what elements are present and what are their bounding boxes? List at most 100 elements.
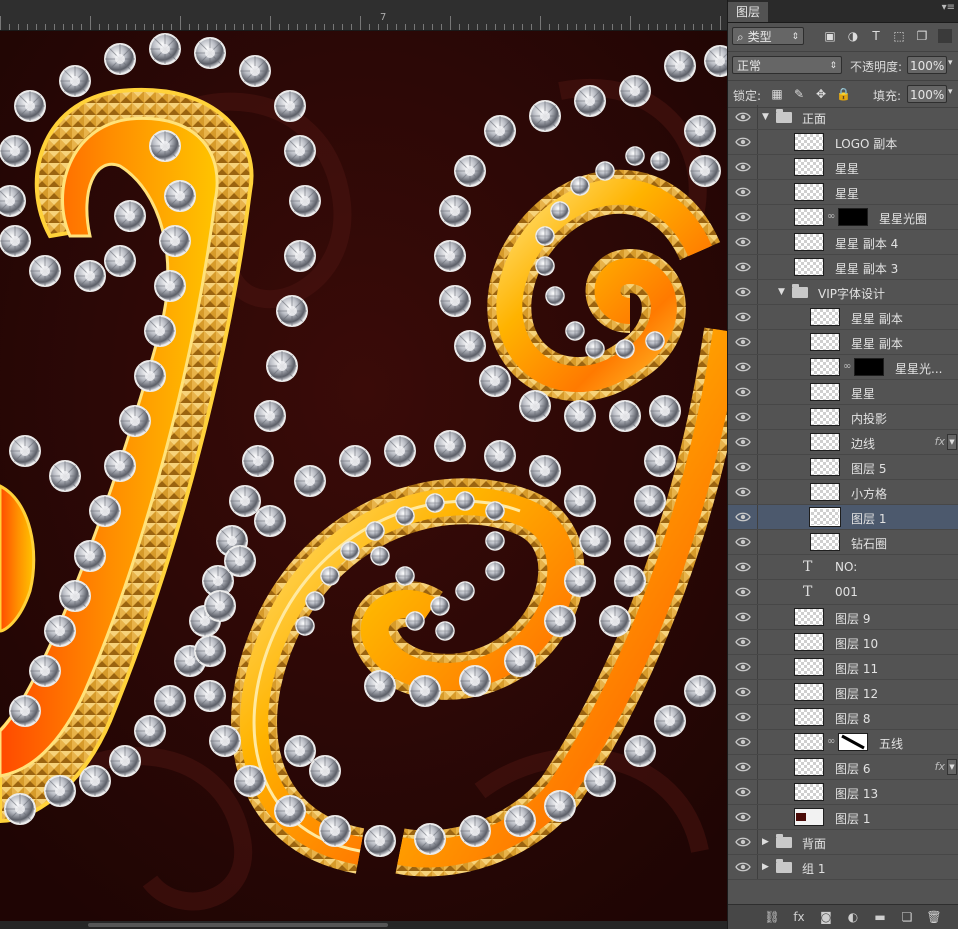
visibility-eye-icon[interactable] <box>735 186 751 198</box>
blend-mode-select[interactable]: 正常 ⇕ <box>732 56 842 74</box>
filter-type-icon[interactable]: T <box>869 29 883 43</box>
layer-thumbnail[interactable] <box>794 258 824 276</box>
layer-row[interactable]: 图层 11 <box>728 655 958 680</box>
visibility-eye-icon[interactable] <box>735 511 751 523</box>
filter-smart-object-icon[interactable]: ❐ <box>915 29 929 43</box>
mask-link-icon[interactable]: ∞ <box>827 736 835 747</box>
new-group-icon[interactable]: ▬ <box>872 910 888 924</box>
visibility-eye-icon[interactable] <box>735 736 751 748</box>
visibility-eye-icon[interactable] <box>735 311 751 323</box>
layer-thumbnail[interactable] <box>810 483 840 501</box>
link-layers-icon[interactable]: ⛓ <box>764 910 780 924</box>
visibility-eye-icon[interactable] <box>735 286 751 298</box>
layer-row[interactable]: 图层 9 <box>728 605 958 630</box>
visibility-eye-icon[interactable] <box>735 436 751 448</box>
layer-row[interactable]: T NO: <box>728 555 958 580</box>
mask-link-icon[interactable]: ∞ <box>843 361 851 372</box>
visibility-eye-icon[interactable] <box>735 461 751 473</box>
visibility-eye-icon[interactable] <box>735 811 751 823</box>
layer-row[interactable]: 星星 副本 3 <box>728 255 958 280</box>
layer-thumbnail[interactable] <box>794 233 824 251</box>
layer-thumbnail[interactable] <box>794 158 824 176</box>
layer-row[interactable]: 图层 5 <box>728 455 958 480</box>
effects-expand-icon[interactable]: ▼ <box>947 759 957 775</box>
layer-row[interactable]: 小方格 <box>728 480 958 505</box>
layer-row[interactable]: 图层 12 <box>728 680 958 705</box>
layer-row[interactable]: 星星 副本 <box>728 330 958 355</box>
layer-row[interactable]: T 001 <box>728 580 958 605</box>
layer-thumbnail[interactable] <box>794 658 824 676</box>
visibility-eye-icon[interactable] <box>735 261 751 273</box>
panel-menu-icon[interactable]: ▾≡ <box>942 2 955 13</box>
visibility-eye-icon[interactable] <box>735 411 751 423</box>
layer-group-row[interactable]: ▶ 背面 <box>728 830 958 855</box>
lock-position-icon[interactable]: ✥ <box>814 87 828 101</box>
layer-style-icon[interactable]: fx <box>791 910 807 924</box>
disclosure-closed-icon[interactable]: ▶ <box>762 837 769 847</box>
layer-group-row[interactable]: ▼ VIP字体设计 <box>728 280 958 305</box>
layer-thumbnail[interactable] <box>794 733 824 751</box>
layer-thumbnail[interactable] <box>794 683 824 701</box>
layer-thumbnail[interactable] <box>794 758 824 776</box>
layer-row[interactable]: 星星 副本 4 <box>728 230 958 255</box>
layer-thumbnail[interactable] <box>794 133 824 151</box>
layer-row[interactable]: 星星 <box>728 155 958 180</box>
new-layer-icon[interactable]: ❏ <box>899 910 915 924</box>
tab-layers[interactable]: 图层 <box>728 2 769 22</box>
visibility-eye-icon[interactable] <box>735 611 751 623</box>
horizontal-scrollbar[interactable] <box>0 921 727 929</box>
visibility-eye-icon[interactable] <box>735 236 751 248</box>
filter-adjustment-icon[interactable]: ◑ <box>846 29 860 43</box>
visibility-eye-icon[interactable] <box>735 386 751 398</box>
layer-row[interactable]: ∞ 星星光圈 <box>728 205 958 230</box>
layer-row[interactable]: 星星 <box>728 180 958 205</box>
vip-gold-lettering-artwork[interactable] <box>0 31 727 929</box>
visibility-eye-icon[interactable] <box>735 761 751 773</box>
visibility-eye-icon[interactable] <box>735 786 751 798</box>
layer-effects-icon[interactable]: fx <box>935 760 945 773</box>
delete-layer-icon[interactable]: 🗑 <box>926 910 942 924</box>
fill-input[interactable]: 100% <box>907 85 947 103</box>
disclosure-open-icon[interactable]: ▼ <box>778 287 785 297</box>
visibility-eye-icon[interactable] <box>735 536 751 548</box>
layers-list[interactable]: ▼ 正面 LOGO 副本 星星 星星 ∞ 星星光圈 星星 副本 4 星星 副本 3 ▼ VIP字体设… <box>728 105 958 905</box>
lock-transparent-icon[interactable]: ▦ <box>770 87 784 101</box>
layer-row[interactable]: 星星 副本 <box>728 305 958 330</box>
opacity-dropdown-icon[interactable]: ▾ <box>948 58 953 68</box>
layer-row[interactable]: ∞ 星星光... <box>728 355 958 380</box>
visibility-eye-icon[interactable] <box>735 486 751 498</box>
add-mask-icon[interactable]: ◙ <box>818 910 834 924</box>
visibility-eye-icon[interactable] <box>735 586 751 598</box>
visibility-eye-icon[interactable] <box>735 661 751 673</box>
visibility-eye-icon[interactable] <box>735 861 751 873</box>
visibility-eye-icon[interactable] <box>735 136 751 148</box>
layer-row[interactable]: 图层 13 <box>728 780 958 805</box>
layer-mask-thumbnail[interactable] <box>854 358 884 376</box>
visibility-eye-icon[interactable] <box>735 686 751 698</box>
filter-kind-select[interactable]: ⌕ 类型 ⇕ <box>732 27 804 45</box>
scrollbar-thumb[interactable] <box>88 923 388 927</box>
mask-link-icon[interactable]: ∞ <box>827 211 835 222</box>
disclosure-open-icon[interactable]: ▼ <box>762 112 769 122</box>
visibility-eye-icon[interactable] <box>735 211 751 223</box>
visibility-eye-icon[interactable] <box>735 361 751 373</box>
disclosure-closed-icon[interactable]: ▶ <box>762 862 769 872</box>
layer-row[interactable]: 图层 10 <box>728 630 958 655</box>
layer-thumbnail[interactable] <box>794 608 824 626</box>
layer-group-row[interactable]: ▼ 正面 <box>728 105 958 130</box>
visibility-eye-icon[interactable] <box>735 836 751 848</box>
visibility-eye-icon[interactable] <box>735 336 751 348</box>
layer-thumbnail[interactable] <box>794 633 824 651</box>
layer-effects-icon[interactable]: fx <box>935 435 945 448</box>
visibility-eye-icon[interactable] <box>735 161 751 173</box>
layer-thumbnail[interactable] <box>810 408 840 426</box>
lock-all-icon[interactable]: 🔒 <box>836 87 851 101</box>
filter-pixel-icon[interactable]: ▣ <box>823 29 837 43</box>
layer-mask-thumbnail[interactable] <box>838 208 868 226</box>
adjustment-layer-icon[interactable]: ◐ <box>845 910 861 924</box>
lock-paint-icon[interactable]: ✎ <box>792 87 806 101</box>
layer-thumbnail[interactable] <box>809 507 841 527</box>
layer-row[interactable]: LOGO 副本 <box>728 130 958 155</box>
filter-toggle-icon[interactable] <box>938 29 952 43</box>
layer-row[interactable]: 钻石圈 <box>728 530 958 555</box>
